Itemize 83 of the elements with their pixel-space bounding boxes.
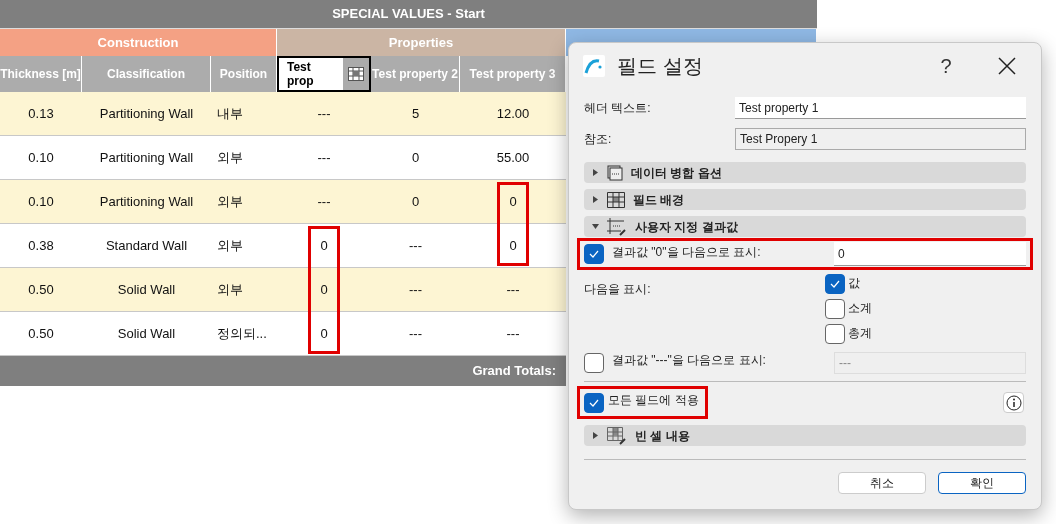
table-cell-text: 0.38 bbox=[28, 236, 54, 255]
table-cell-text: Standard Wall bbox=[105, 236, 188, 255]
window-icon bbox=[607, 164, 623, 181]
column-settings-icon[interactable] bbox=[348, 67, 364, 81]
field-label: 헤더 텍스트: bbox=[584, 100, 652, 117]
table-cell-text: 외부 bbox=[217, 192, 243, 211]
option-label: 모든 필드에 적용 bbox=[608, 392, 699, 409]
table-cell-text: --- bbox=[317, 192, 331, 211]
option-label: 값 bbox=[848, 275, 860, 292]
dialog-button[interactable]: 취소 bbox=[838, 472, 926, 494]
group-header: Construction bbox=[0, 29, 277, 56]
table-cell-text: 55.00 bbox=[496, 148, 530, 167]
section-header[interactable]: 필드 배경 bbox=[584, 189, 1026, 210]
table-cell-text: Partitioning Wall bbox=[99, 148, 194, 167]
caret-down-icon bbox=[592, 223, 599, 230]
checkbox[interactable] bbox=[584, 244, 604, 264]
app-logo-icon bbox=[583, 55, 605, 77]
checkbox[interactable] bbox=[584, 353, 604, 373]
schedule-title: SPECIAL VALUES - Start bbox=[0, 0, 817, 28]
check-icon bbox=[589, 398, 599, 407]
table-cell-text: --- bbox=[317, 148, 331, 167]
header-text-field[interactable]: Test property 1 bbox=[735, 97, 1026, 119]
table-cell-text: 외부 bbox=[217, 148, 243, 167]
table-cell-text: 0 bbox=[509, 192, 517, 211]
checkbox[interactable] bbox=[825, 324, 845, 344]
option-label: 소계 bbox=[848, 300, 872, 317]
checkbox[interactable] bbox=[825, 274, 845, 294]
info-button[interactable] bbox=[1003, 392, 1024, 413]
table-cell-text: Solid Wall bbox=[117, 324, 176, 343]
table-cell-text: 0.10 bbox=[28, 148, 54, 167]
table-cell-text: --- bbox=[409, 324, 422, 343]
option-label: 총계 bbox=[848, 325, 872, 342]
caret-right-icon bbox=[592, 432, 599, 439]
field-label: 참조: bbox=[584, 131, 613, 148]
section-header[interactable]: 사용자 지정 결과값 bbox=[584, 216, 1026, 237]
group-header: Properties bbox=[277, 29, 566, 56]
table-cell-text: 0 bbox=[320, 280, 328, 299]
table-cell-text: Partitioning Wall bbox=[99, 104, 194, 123]
table-cell-text: 외부 bbox=[217, 280, 243, 299]
table-cell-text: 외부 bbox=[217, 236, 243, 255]
check-icon bbox=[830, 280, 840, 288]
grand-totals-label: Grand Totals: bbox=[472, 362, 556, 381]
table-cell-text: --- bbox=[506, 280, 520, 299]
table-cell-text: Solid Wall bbox=[117, 280, 176, 299]
table-cell-text: Partitioning Wall bbox=[99, 192, 194, 211]
table-cell-text: 정의되... bbox=[217, 324, 267, 343]
edit-field-icon bbox=[607, 217, 627, 236]
table-cell-text: 5 bbox=[411, 104, 420, 123]
table-cell-text: --- bbox=[506, 324, 520, 343]
section-header[interactable]: 빈 셀 내용 bbox=[584, 425, 1026, 446]
table-cell-text: --- bbox=[409, 280, 422, 299]
table-cell-text: 내부 bbox=[217, 104, 243, 123]
caret-right-icon bbox=[592, 169, 599, 176]
reference-field[interactable]: Test Propery 1 bbox=[735, 128, 1026, 150]
section-header[interactable]: 데이터 병합 옵션 bbox=[584, 162, 1026, 183]
caret-right-icon bbox=[592, 196, 599, 203]
field-label: 다음을 표시: bbox=[584, 281, 652, 298]
help-button[interactable]: ? bbox=[931, 51, 961, 81]
table-cell-text: 0.10 bbox=[28, 192, 54, 211]
option-label: 결과값 "---"을 다음으로 표시: bbox=[612, 352, 767, 369]
checkbox[interactable] bbox=[825, 299, 845, 319]
table-cell-text: 0 bbox=[411, 192, 420, 211]
table-cell-text: 0 bbox=[320, 236, 328, 255]
table-cell-text: --- bbox=[317, 104, 331, 123]
zero-value-field[interactable]: 0 bbox=[834, 242, 1026, 266]
checkbox[interactable] bbox=[584, 392, 604, 413]
check-icon bbox=[589, 250, 599, 258]
grid-icon bbox=[607, 191, 625, 208]
dialog-title: 필드 설정 bbox=[617, 54, 704, 79]
table-cell-text: 0.13 bbox=[28, 104, 54, 123]
table-cell-text: 0.50 bbox=[28, 280, 54, 299]
info-icon bbox=[1005, 394, 1022, 411]
column-header[interactable]: Test prop bbox=[277, 56, 371, 92]
option-label: 결과값 "0"을 다음으로 표시: bbox=[612, 244, 762, 261]
table-cell-text: 0 bbox=[411, 148, 420, 167]
table-cell-text: --- bbox=[409, 236, 422, 255]
table-cell-text: 0 bbox=[320, 324, 328, 343]
table-cell-text: 0 bbox=[509, 236, 517, 255]
table-cell-text: 12.00 bbox=[496, 104, 530, 123]
dialog-button[interactable]: 확인 bbox=[938, 472, 1026, 494]
table-edit-icon bbox=[607, 426, 627, 445]
table-cell-text: 0.50 bbox=[28, 324, 54, 343]
close-icon bbox=[998, 57, 1016, 75]
